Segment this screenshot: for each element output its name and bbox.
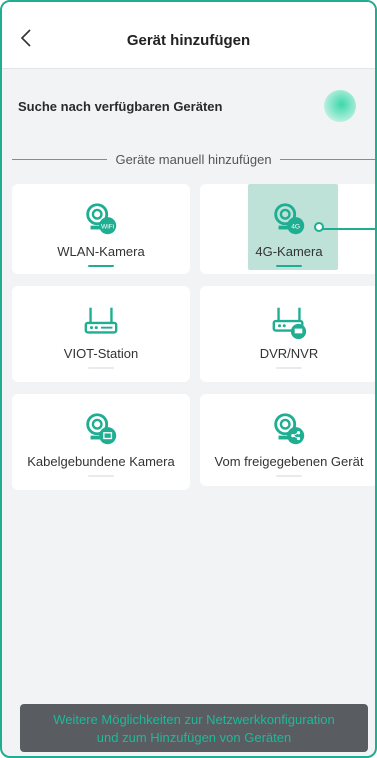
divider-line-right <box>279 158 375 160</box>
station-icon <box>84 307 118 334</box>
tutorial-pointer-line <box>320 228 375 230</box>
device-card-dvr-nvr[interactable]: DVR/NVR <box>200 286 375 382</box>
device-label: 4G-Kamera <box>255 244 323 259</box>
device-card-wired-camera[interactable]: Kabelgebundene Kamera <box>12 394 190 490</box>
selection-indicator <box>88 475 114 477</box>
device-card-viot-station[interactable]: VIOT-Station <box>12 286 190 382</box>
wifi-camera-icon: WiFi <box>86 203 117 235</box>
page-title: Gerät hinzufügen <box>126 32 251 49</box>
header: Gerät hinzufügen <box>2 2 375 69</box>
device-card-wlan-camera[interactable]: WiFi WLAN-Kamera <box>12 184 190 274</box>
device-label: VIOT-Station <box>63 346 139 361</box>
device-card-shared-device[interactable]: Vom freigegebenen Gerät <box>200 394 375 486</box>
app-frame: Gerät hinzufügen Suche nach verfügbaren … <box>0 0 377 758</box>
shared-camera-icon <box>274 413 305 445</box>
selection-indicator <box>88 265 114 267</box>
selection-indicator <box>276 475 302 477</box>
svg-text:WiFi: WiFi <box>101 224 115 231</box>
selection-indicator <box>276 367 302 369</box>
device-label: DVR/NVR <box>259 346 319 361</box>
radar-scan-icon <box>324 90 356 122</box>
selection-indicator <box>88 367 114 369</box>
tutorial-pointer-dot <box>314 222 324 232</box>
section-label: Geräte manuell hinzufügen <box>115 151 272 167</box>
4g-camera-icon: 4G <box>274 203 305 235</box>
more-options-line-1: Weitere Möglichkeiten zur Netzwerkkonfig… <box>53 712 335 727</box>
device-label: Kabelgebundene Kamera <box>27 454 175 469</box>
more-options-button[interactable]: Weitere Möglichkeiten zur Netzwerkkonfig… <box>20 704 368 752</box>
divider-line-left <box>12 158 108 160</box>
wired-camera-icon <box>86 413 117 445</box>
section-divider: Geräte manuell hinzufügen <box>12 151 375 167</box>
dvr-nvr-icon <box>272 307 307 340</box>
device-label: WLAN-Kamera <box>57 244 145 259</box>
device-label: Vom freigegebenen Gerät <box>214 454 364 469</box>
selection-indicator <box>276 265 302 267</box>
more-options-line-2: und zum Hinzufügen von Geräten <box>96 730 292 745</box>
svg-text:4G: 4G <box>291 224 300 231</box>
search-label: Suche nach verfügbaren Geräten <box>18 99 223 114</box>
search-row: Suche nach verfügbaren Geräten <box>2 72 375 136</box>
